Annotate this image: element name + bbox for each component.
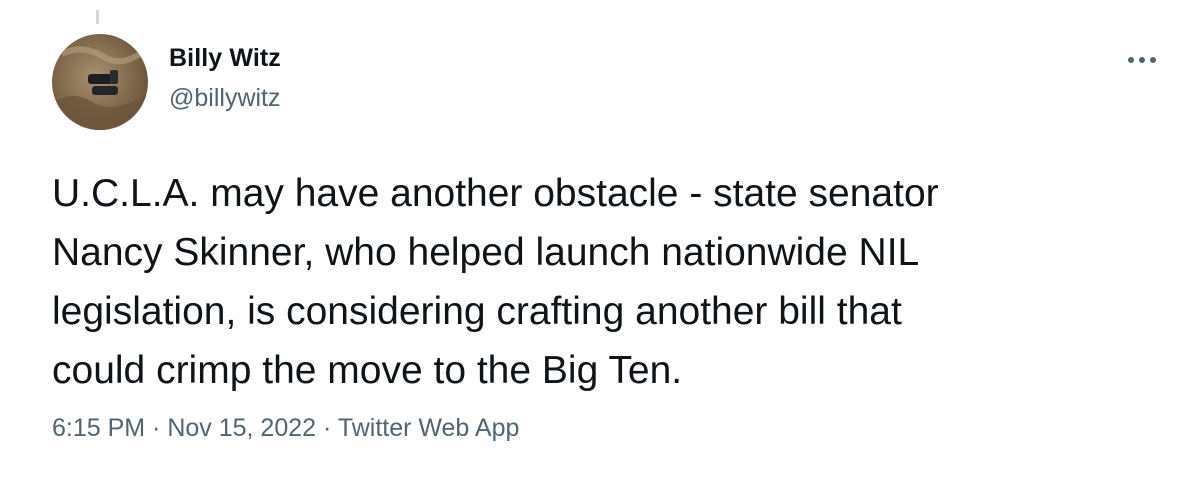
thread-connector-line <box>96 10 99 24</box>
author-display-name[interactable]: Billy Witz <box>169 44 281 73</box>
tweet-metadata: 6:15 PM · Nov 15, 2022 · Twitter Web App <box>52 414 519 443</box>
meta-separator: · <box>316 414 338 442</box>
tweet-date[interactable]: Nov 15, 2022 <box>167 414 316 442</box>
author-handle[interactable]: @billywitz <box>169 84 281 113</box>
more-options-button[interactable] <box>1122 46 1162 74</box>
avatar-image <box>52 34 148 130</box>
tweet-time[interactable]: 6:15 PM <box>52 414 145 442</box>
avatar[interactable] <box>52 34 148 130</box>
tweet-text: U.C.L.A. may have another obstacle - sta… <box>52 172 939 392</box>
more-horizontal-icon <box>1128 57 1156 63</box>
tweet-source[interactable]: Twitter Web App <box>338 414 520 442</box>
meta-separator: · <box>145 414 168 442</box>
